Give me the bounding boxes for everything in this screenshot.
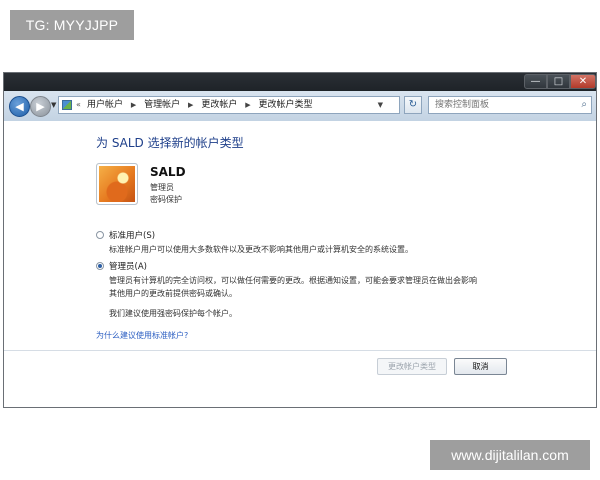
- address-bar[interactable]: « 用户帐户 ▶ 管理帐户 ▶ 更改帐户 ▶ 更改帐户类型 ▼: [58, 96, 400, 114]
- navigation-bar: ◀ ▶ ▼ « 用户帐户 ▶ 管理帐户 ▶ 更改帐户 ▶ 更改帐户类型 ▼ ↻ …: [4, 91, 596, 122]
- minimize-button[interactable]: —: [524, 74, 547, 89]
- administrator-description: 管理员有计算机的完全访问权，可以做任何需要的更改。根据通知设置，可能会要求管理员…: [109, 274, 477, 300]
- administrator-description-line1: 管理员有计算机的完全访问权，可以做任何需要的更改。根据通知设置，可能会要求管理员…: [109, 276, 477, 285]
- maximize-button[interactable]: □: [547, 74, 570, 89]
- account-name: SALD: [150, 165, 186, 179]
- account-password-status: 密码保护: [150, 195, 182, 204]
- breadcrumb: 用户帐户 ▶ 管理帐户 ▶ 更改帐户 ▶ 更改帐户类型: [87, 97, 317, 113]
- account-role: 管理员: [150, 183, 174, 192]
- refresh-icon[interactable]: ↻: [404, 96, 422, 114]
- site-watermark: www.dijitalilan.com: [430, 440, 590, 470]
- search-input[interactable]: [435, 98, 571, 112]
- control-panel-window: — □ ✕ ◀ ▶ ▼ « 用户帐户 ▶ 管理帐户 ▶ 更改帐户 ▶ 更改帐户类…: [3, 72, 597, 408]
- main-content: 为 SALD 选择新的帐户类型 SALD 管理员 密码保护 标准用户(S) 标准…: [4, 121, 596, 407]
- back-arrow-icon[interactable]: ◀: [9, 96, 30, 117]
- chevron-right-icon[interactable]: ▶: [188, 101, 193, 109]
- close-button[interactable]: ✕: [570, 74, 596, 89]
- search-icon[interactable]: ⌕: [581, 97, 587, 113]
- page-title: 为 SALD 选择新的帐户类型: [96, 136, 244, 150]
- chevron-right-icon[interactable]: ▶: [131, 101, 136, 109]
- search-box[interactable]: ⌕: [428, 96, 592, 114]
- standard-user-radio[interactable]: [96, 231, 104, 239]
- breadcrumb-item-user-accounts[interactable]: 用户帐户: [87, 100, 123, 110]
- tg-label: TG: MYYJJPP: [10, 10, 134, 40]
- administrator-radio[interactable]: [96, 262, 104, 270]
- standard-user-label[interactable]: 标准用户(S): [109, 229, 155, 241]
- breadcrumb-item-change-account[interactable]: 更改帐户: [201, 100, 237, 110]
- recent-pages-dropdown-icon[interactable]: ▼: [51, 101, 56, 109]
- title-bar: — □ ✕: [4, 73, 596, 91]
- change-account-type-button[interactable]: 更改帐户类型: [377, 358, 447, 375]
- control-panel-icon: [62, 100, 72, 110]
- avatar: [96, 163, 138, 205]
- breadcrumb-item-manage-accounts[interactable]: 管理帐户: [144, 100, 180, 110]
- administrator-label[interactable]: 管理员(A): [109, 260, 147, 272]
- breadcrumb-overflow[interactable]: «: [76, 97, 81, 113]
- cancel-button[interactable]: 取消: [454, 358, 507, 375]
- why-standard-account-link[interactable]: 为什么建议使用标准帐户?: [96, 330, 188, 341]
- breadcrumb-item-change-account-type[interactable]: 更改帐户类型: [258, 100, 312, 110]
- standard-user-description: 标准帐户用户可以使用大多数软件以及更改不影响其他用户或计算机安全的系统设置。: [109, 245, 413, 254]
- administrator-description-line2: 其他用户的更改前提供密码或确认。: [109, 289, 237, 298]
- divider: [4, 350, 596, 351]
- chevron-right-icon[interactable]: ▶: [245, 101, 250, 109]
- password-recommendation: 我们建议使用强密码保护每个帐户。: [109, 309, 237, 318]
- address-dropdown-icon[interactable]: ▼: [378, 97, 383, 113]
- forward-arrow-icon[interactable]: ▶: [30, 96, 51, 117]
